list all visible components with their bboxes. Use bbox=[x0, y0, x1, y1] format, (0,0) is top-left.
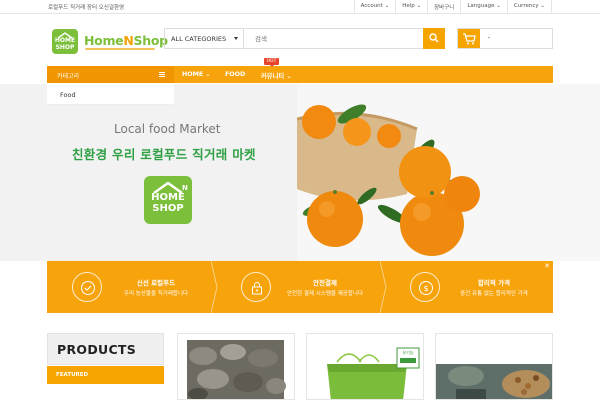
search-button[interactable] bbox=[423, 28, 445, 49]
close-icon[interactable]: ✕ bbox=[544, 262, 550, 270]
category-item-food[interactable]: Food bbox=[60, 91, 76, 99]
language-link[interactable]: Language ⌄ bbox=[460, 0, 507, 14]
welcome-text: 로컬푸드 직거래 장터 오신걸환영 bbox=[48, 5, 125, 11]
hot-badge: HOT bbox=[264, 58, 279, 67]
feature-desc: 안전한 결제 시스템을 제공합니다 bbox=[286, 291, 364, 297]
nav-item-food[interactable]: FOOD bbox=[225, 71, 245, 78]
cart-button[interactable]: - bbox=[457, 28, 553, 49]
nav-item-community[interactable]: 커뮤니티 ⌄ bbox=[261, 71, 292, 80]
products-heading-box: PRODUCTS bbox=[47, 333, 164, 365]
feature-desc: 우리 농산물을 직거래합니다 bbox=[123, 291, 189, 297]
main-nav: 카테고리 HOME ⌄ FOOD 커뮤니티 ⌄ HOT bbox=[47, 58, 553, 83]
products-heading: PRODUCTS bbox=[57, 342, 137, 357]
feature-divider bbox=[380, 261, 387, 313]
hero-logo-line1: HOME bbox=[151, 192, 185, 203]
featured-tab-label: FEATURED bbox=[56, 372, 89, 378]
categories-toggle[interactable]: 카테고리 bbox=[47, 66, 174, 83]
search-icon bbox=[429, 33, 439, 43]
hero-banner[interactable]: Local food Market 친환경 우리 로컬푸드 직거래 마켓 N H… bbox=[0, 84, 600, 261]
product-card[interactable]: 유기농 bbox=[306, 333, 424, 400]
account-link[interactable]: Account ⌄ bbox=[353, 0, 396, 14]
product-card[interactable] bbox=[177, 333, 295, 400]
product-image bbox=[327, 347, 420, 399]
help-link[interactable]: Help ⌄ bbox=[395, 0, 427, 14]
feature-item: 안전결제 안전한 결제 시스템을 제공합니다 bbox=[216, 261, 387, 313]
feature-item: $ 합리적 가격 중간 유통 없는 합리적인 가격 bbox=[385, 261, 553, 313]
nav-item-home[interactable]: HOME ⌄ bbox=[182, 71, 211, 78]
category-dropdown: Food bbox=[47, 84, 174, 105]
oranges-photo bbox=[297, 84, 600, 261]
hamburger-icon bbox=[159, 72, 165, 77]
top-bar: 로컬푸드 직거래 장터 오신걸환영 Account ⌄ Help ⌄ 장바구니 … bbox=[0, 0, 600, 14]
lock-icon bbox=[252, 282, 262, 295]
feature-icon-circle bbox=[241, 272, 271, 302]
svg-text:N: N bbox=[182, 184, 188, 192]
site-logo-badge[interactable]: HOME SHOP bbox=[52, 29, 78, 54]
logo-underline bbox=[85, 48, 155, 50]
currency-link[interactable]: Currency ⌄ bbox=[506, 0, 552, 14]
feature-icon-circle: $ bbox=[410, 272, 440, 302]
chevron-down-icon bbox=[234, 37, 238, 40]
feature-item: 신선 로컬푸드 우리 농산물을 직거래합니다 bbox=[47, 261, 218, 313]
site-logo-text[interactable]: HomeNShop bbox=[84, 33, 168, 48]
features-strip: 신선 로컬푸드 우리 농산물을 직거래합니다 안전결제 안전한 결제 시스템을 … bbox=[47, 261, 553, 313]
feature-title: 안전결제 bbox=[313, 279, 337, 287]
feature-title: 신선 로컬푸드 bbox=[136, 279, 176, 287]
feature-icon-circle bbox=[72, 272, 102, 302]
feature-desc: 중간 유통 없는 합리적인 가격 bbox=[460, 291, 528, 297]
featured-tab[interactable]: FEATURED bbox=[47, 366, 164, 384]
hero-title: Local food Market bbox=[114, 122, 221, 136]
top-links: Account ⌄ Help ⌄ 장바구니 Language ⌄ Currenc… bbox=[353, 0, 552, 14]
cart-total: - bbox=[488, 34, 491, 41]
feature-divider bbox=[211, 261, 218, 313]
search-input[interactable] bbox=[245, 29, 423, 48]
svg-text:$: $ bbox=[423, 284, 428, 293]
product-image bbox=[187, 340, 286, 399]
hero-subtitle: 친환경 우리 로컬푸드 직거래 마켓 bbox=[72, 147, 256, 162]
categories-label: 카테고리 bbox=[57, 73, 80, 80]
hero-logo-line2: SHOP bbox=[152, 203, 184, 214]
cart-link[interactable]: 장바구니 bbox=[427, 0, 460, 14]
product-card[interactable] bbox=[435, 333, 553, 400]
hero-logo: N HOME SHOP bbox=[144, 176, 192, 224]
cart-icon bbox=[463, 33, 476, 45]
cart-icon-box bbox=[458, 29, 480, 48]
logo-badge-line2: SHOP bbox=[55, 44, 75, 51]
dollar-coin-icon: $ bbox=[419, 281, 433, 295]
organic-badge: 유기농 bbox=[402, 350, 414, 355]
category-select[interactable]: ALL CATEGORIES bbox=[165, 29, 244, 48]
page: 로컬푸드 직거래 장터 오신걸환영 Account ⌄ Help ⌄ 장바구니 … bbox=[0, 0, 600, 400]
search-bar: ALL CATEGORIES bbox=[164, 28, 445, 49]
product-image bbox=[436, 334, 552, 399]
check-circle-icon bbox=[81, 281, 95, 295]
feature-title: 합리적 가격 bbox=[477, 279, 511, 287]
